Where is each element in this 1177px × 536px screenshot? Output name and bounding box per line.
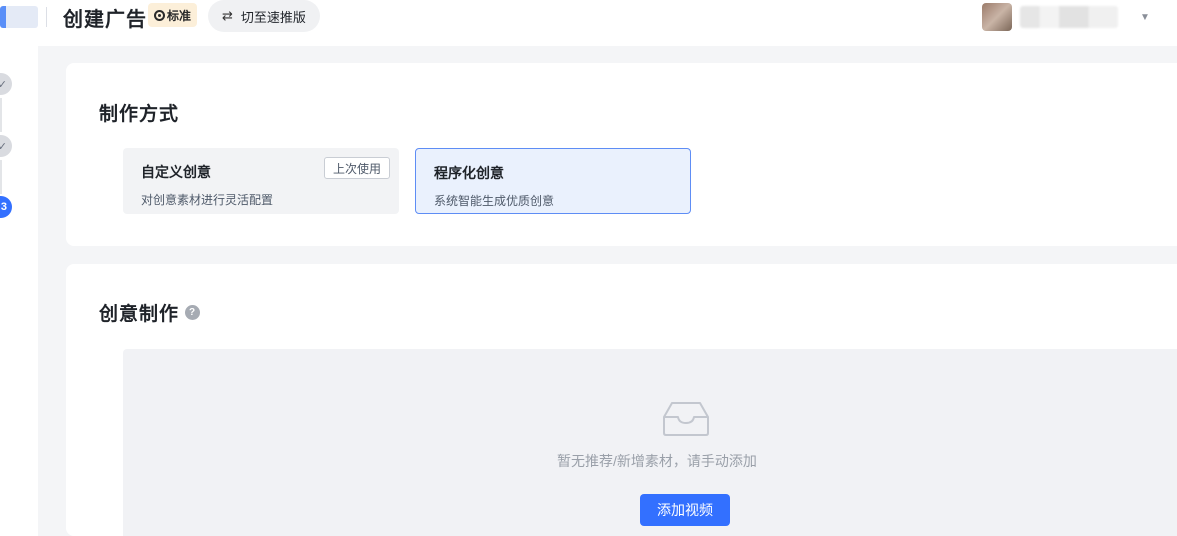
option-custom-creative[interactable]: 自定义创意 对创意素材进行灵活配置 上次使用	[123, 148, 399, 214]
creative-section-title: 创意制作?	[99, 299, 201, 326]
badge-label: 标准	[167, 8, 192, 23]
empty-state-text: 暂无推荐/新增素材，请手动添加	[557, 453, 757, 469]
avatar[interactable]	[982, 3, 1012, 31]
step-rail: ✓ ✓ 3	[0, 46, 38, 536]
switch-version-label: 切至速推版	[240, 9, 306, 25]
method-section-title: 制作方式	[99, 104, 180, 125]
step-1-done[interactable]: ✓	[0, 73, 12, 95]
creative-card: 创意制作? 暂无推荐/新增素材，请手动添加 添加视频	[66, 264, 1177, 536]
badge-circle-icon	[154, 9, 165, 21]
app-logo[interactable]	[0, 6, 38, 28]
switch-version-button[interactable]: ⇄ 切至速推版	[208, 0, 320, 32]
option-desc: 对创意素材进行灵活配置	[141, 193, 274, 207]
help-icon[interactable]: ?	[185, 305, 201, 321]
top-header: 创建广告 标准 ⇄ 切至速推版 ▼	[0, 0, 1177, 46]
option-programmatic-creative[interactable]: 程序化创意 系统智能生成优质创意	[415, 148, 691, 214]
header-divider	[46, 7, 47, 27]
chevron-down-icon[interactable]: ▼	[1140, 12, 1150, 23]
page-title: 创建广告	[63, 9, 147, 31]
empty-material-area: 暂无推荐/新增素材，请手动添加 添加视频	[123, 349, 1177, 536]
add-video-button[interactable]: 添加视频	[640, 494, 730, 526]
step-3-active[interactable]: 3	[0, 196, 12, 218]
swap-icon: ⇄	[222, 8, 233, 23]
creative-title-text: 创意制作	[99, 304, 180, 325]
user-menu[interactable]: ▼	[982, 2, 1150, 32]
last-used-tag: 上次使用	[323, 157, 390, 179]
step-connector	[0, 98, 2, 132]
option-desc: 系统智能生成优质创意	[434, 194, 555, 208]
empty-inbox-icon	[663, 402, 709, 436]
method-card: 制作方式 自定义创意 对创意素材进行灵活配置 上次使用 程序化创意 系统智能生成…	[66, 63, 1177, 246]
step-connector	[0, 160, 2, 194]
step-2-done[interactable]: ✓	[0, 135, 12, 157]
option-title: 程序化创意	[434, 165, 504, 181]
standard-badge: 标准	[148, 3, 198, 27]
user-info-blurred	[1020, 6, 1118, 28]
